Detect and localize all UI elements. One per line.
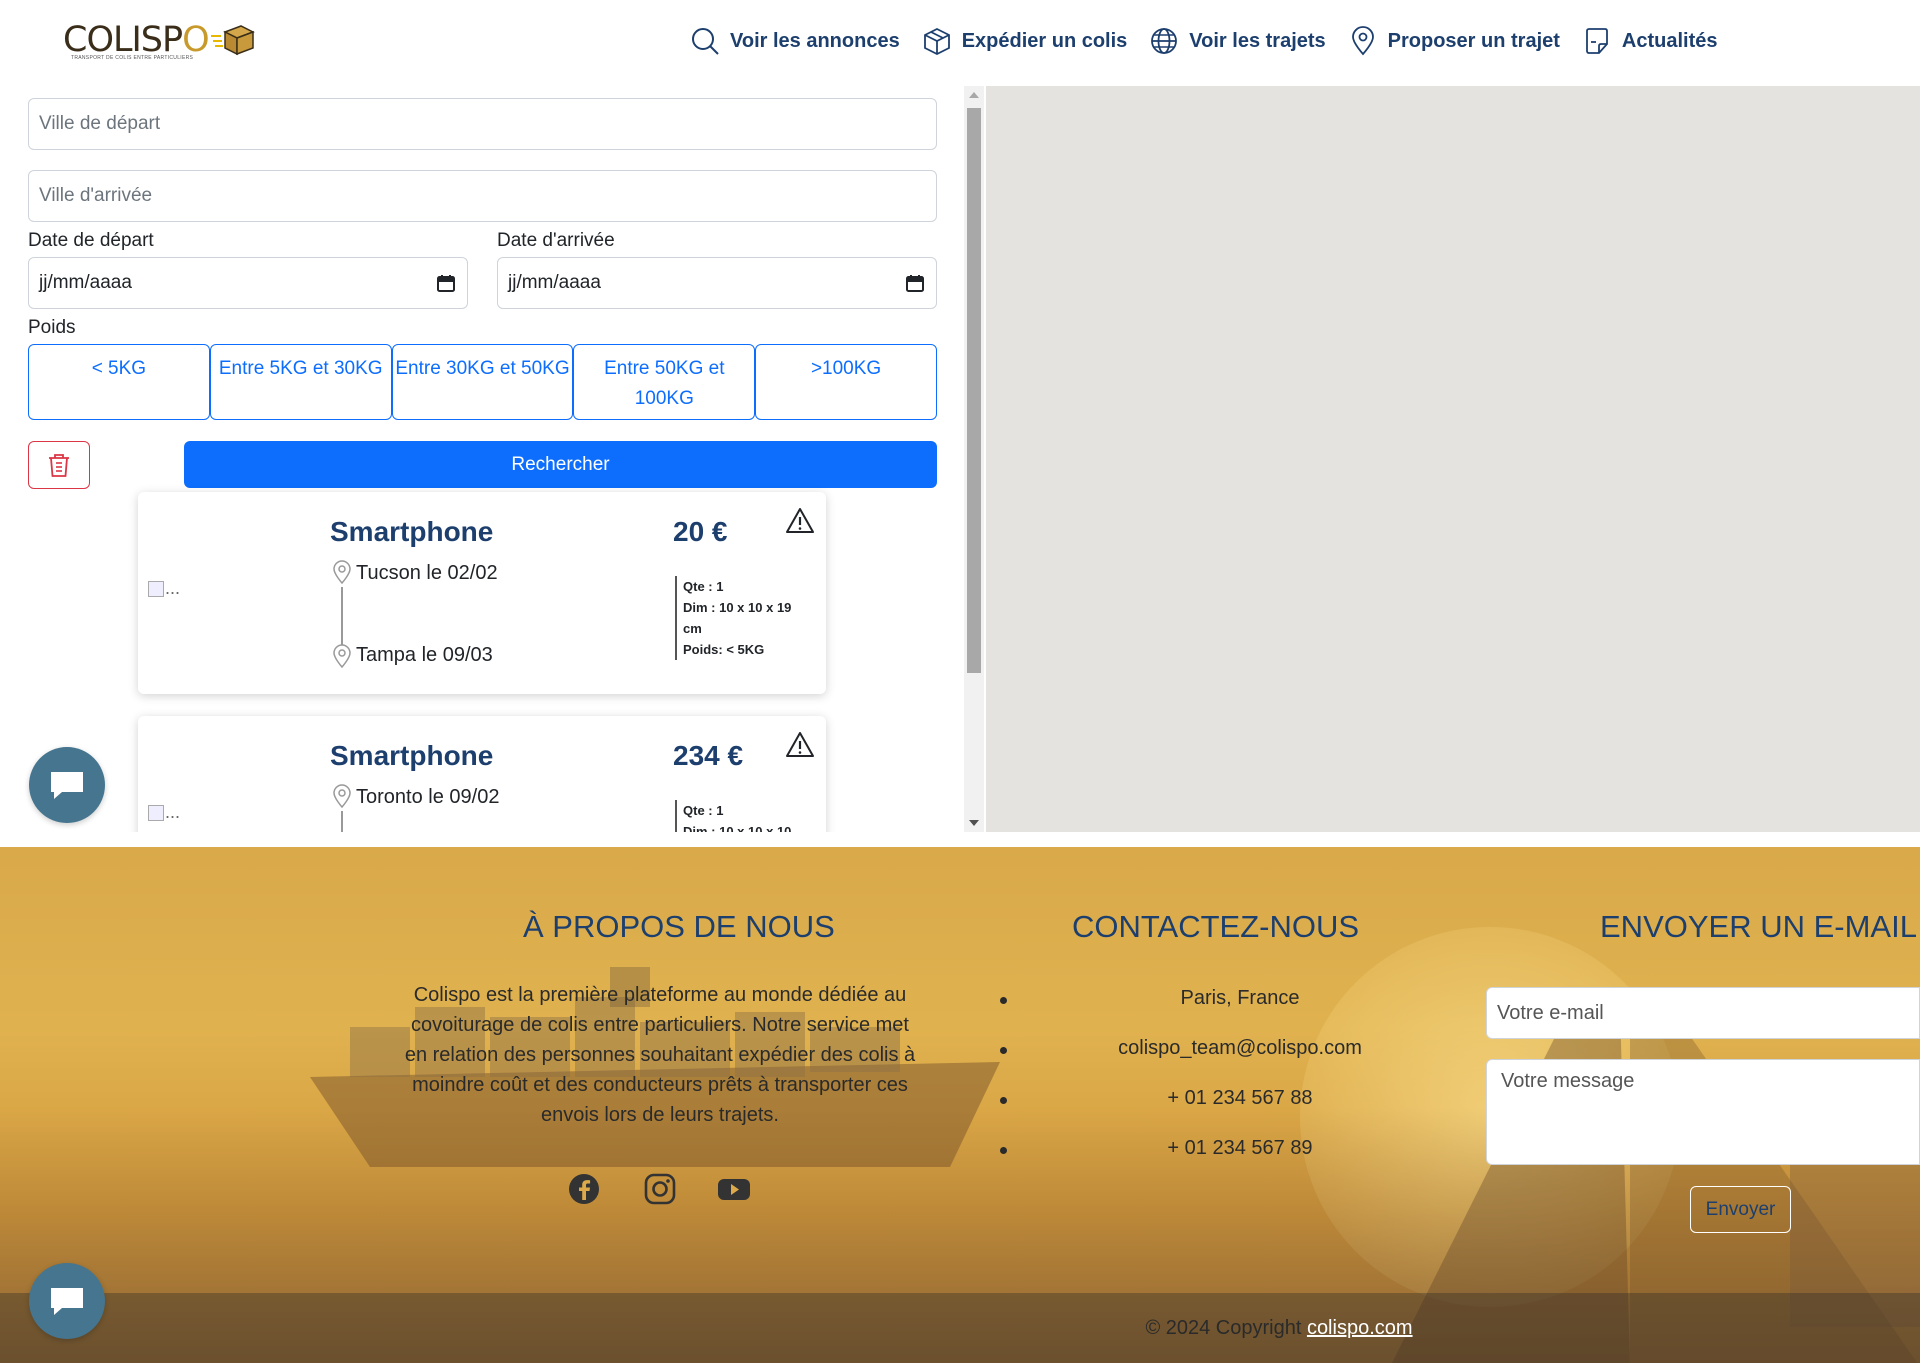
- about-title: À PROPOS DE NOUS: [523, 909, 835, 944]
- listing-image: ...: [148, 578, 180, 599]
- nav-actualites[interactable]: Actualités: [1582, 26, 1718, 56]
- map-pin-icon: [1351, 26, 1374, 56]
- reset-filters-button[interactable]: [28, 441, 90, 489]
- nav-label: Actualités: [1621, 29, 1718, 52]
- nav-label: Voir les trajets: [1189, 29, 1326, 52]
- facebook-icon[interactable]: [567, 1172, 601, 1206]
- scroll-up-arrow[interactable]: [969, 92, 979, 98]
- listing-destination: Tampa le 09/03: [356, 644, 493, 666]
- weight-option-5-30[interactable]: Entre 5KG et 30KG: [209, 344, 392, 420]
- chat-button[interactable]: [29, 747, 105, 823]
- listing-dim: Dim : 10 x 10 x 19 cm: [683, 600, 792, 636]
- nav-voir-trajets[interactable]: Voir les trajets: [1149, 26, 1326, 56]
- instagram-icon[interactable]: [643, 1172, 677, 1206]
- arrival-date-label: Date d'arrivée: [497, 230, 615, 251]
- date-placeholder: jj/mm/aaaa: [39, 272, 132, 293]
- youtube-icon[interactable]: [717, 1172, 751, 1206]
- chat-bubble-icon: [51, 1288, 83, 1315]
- calendar-icon[interactable]: [906, 274, 924, 292]
- destination-pin-icon: [333, 644, 351, 668]
- email-input[interactable]: [1486, 987, 1920, 1039]
- email-form-title: ENVOYER UN E-MAIL: [1600, 909, 1917, 944]
- globe-icon: [1151, 28, 1178, 54]
- footer: À PROPOS DE NOUS Colispo est la première…: [0, 847, 1920, 1363]
- message-input[interactable]: [1486, 1059, 1920, 1165]
- document-icon: [1586, 28, 1608, 54]
- listing-title: Smartphone: [330, 740, 494, 771]
- colispo-logo[interactable]: COLISPO TRANSPORT DE COLIS ENTRE PARTICU…: [63, 20, 255, 61]
- weight-option-50-100[interactable]: Entre 50KG et 100KG: [573, 344, 756, 420]
- departure-date-label: Date de départ: [28, 230, 154, 251]
- contact-list: Paris, France colispo_team@colispo.com +…: [1000, 985, 1480, 1185]
- nav-label: Expédier un colis: [961, 29, 1128, 52]
- arrival-city-input[interactable]: [28, 170, 937, 222]
- contact-phone-2[interactable]: + 01 234 567 89: [1000, 1135, 1480, 1185]
- scroll-down-arrow[interactable]: [969, 820, 979, 826]
- box-icon: [923, 27, 950, 56]
- listing-price: 234 €: [673, 740, 744, 771]
- listing-specs: Qte : 1 Dim : 10 x 10 x 19 cm Poids: < 5…: [675, 576, 800, 660]
- weight-options: < 5KG Entre 5KG et 30KG Entre 30KG et 50…: [28, 344, 937, 420]
- search-icon: [692, 28, 719, 55]
- weight-option-gt100[interactable]: >100KG: [755, 344, 937, 420]
- search-panel: Date de départ Date d'arrivée jj/mm/aaaa…: [0, 86, 966, 832]
- header: COLISPO TRANSPORT DE COLIS ENTRE PARTICU…: [0, 0, 1920, 86]
- arrival-date-field[interactable]: jj/mm/aaaa: [497, 257, 937, 309]
- listing-qty: Qte : 1: [683, 579, 724, 594]
- listing-title: Smartphone: [330, 516, 494, 547]
- calendar-icon[interactable]: [437, 274, 455, 292]
- contact-email[interactable]: colispo_team@colispo.com: [1000, 1035, 1480, 1085]
- departure-date-field[interactable]: jj/mm/aaaa: [28, 257, 468, 309]
- date-placeholder: jj/mm/aaaa: [508, 272, 601, 293]
- listing-qty: Qte : 1: [683, 803, 724, 818]
- scroll-thumb[interactable]: [967, 108, 981, 673]
- route-line: [341, 811, 343, 832]
- copyright-link[interactable]: colispo.com: [1307, 1317, 1413, 1339]
- logo-tagline: TRANSPORT DE COLIS ENTRE PARTICULIERS: [71, 55, 194, 61]
- weight-option-lt5[interactable]: < 5KG: [28, 344, 210, 420]
- copyright: © 2024 Copyright colispo.com: [0, 1317, 1920, 1340]
- nav-label: Proposer un trajet: [1387, 29, 1560, 52]
- listing-specs: Qte : 1 Dim : 10 x 10 x 10: [675, 800, 800, 832]
- listing-dim: Dim : 10 x 10 x 10: [683, 824, 792, 832]
- weight-option-30-50[interactable]: Entre 30KG et 50KG: [391, 344, 574, 420]
- report-warning-icon[interactable]: [785, 506, 815, 536]
- origin-pin-icon: [333, 560, 351, 584]
- nav-expedier-colis[interactable]: Expédier un colis: [922, 26, 1128, 56]
- listing-origin: Tucson le 02/02: [356, 562, 498, 584]
- package-logo-icon: [210, 25, 255, 56]
- contact-phone-1[interactable]: + 01 234 567 88: [1000, 1085, 1480, 1135]
- section-gap: [0, 832, 1920, 847]
- origin-pin-icon: [333, 784, 351, 808]
- departure-city-input[interactable]: [28, 98, 937, 150]
- chat-bubble-icon: [51, 772, 83, 799]
- contact-address: Paris, France: [1000, 985, 1480, 1035]
- search-button[interactable]: Rechercher: [184, 441, 937, 488]
- listing-price: 20 €: [673, 516, 728, 547]
- report-warning-icon[interactable]: [785, 730, 815, 760]
- contact-title: CONTACTEZ-NOUS: [1072, 909, 1360, 944]
- listing-image: ...: [148, 802, 180, 823]
- copyright-text: © 2024 Copyright: [1145, 1317, 1302, 1339]
- trash-icon: [49, 454, 69, 477]
- nav-proposer-trajet[interactable]: Proposer un trajet: [1348, 26, 1560, 56]
- send-button[interactable]: Envoyer: [1690, 1186, 1791, 1233]
- main-nav: Voir les annonces Expédier un colis Voir…: [690, 26, 1740, 56]
- weight-label: Poids: [28, 317, 76, 338]
- map-area[interactable]: [986, 86, 1920, 832]
- logo-text: COLISPO: [63, 20, 210, 60]
- chat-button[interactable]: [29, 1263, 105, 1339]
- about-text: Colispo est la première plateforme au mo…: [404, 984, 916, 1126]
- listing-weight: Poids: < 5KG: [683, 642, 765, 657]
- listing-origin: Toronto le 09/02: [356, 786, 500, 808]
- listing-card[interactable]: ... Smartphone 20 € Tucson le 02/02 Tamp…: [138, 492, 826, 694]
- results-scrollbar[interactable]: [964, 86, 984, 832]
- nav-label: Voir les annonces: [730, 29, 900, 52]
- listing-card[interactable]: ... Smartphone 234 € Toronto le 09/02 Qt…: [138, 716, 826, 832]
- nav-voir-annonces[interactable]: Voir les annonces: [690, 26, 900, 56]
